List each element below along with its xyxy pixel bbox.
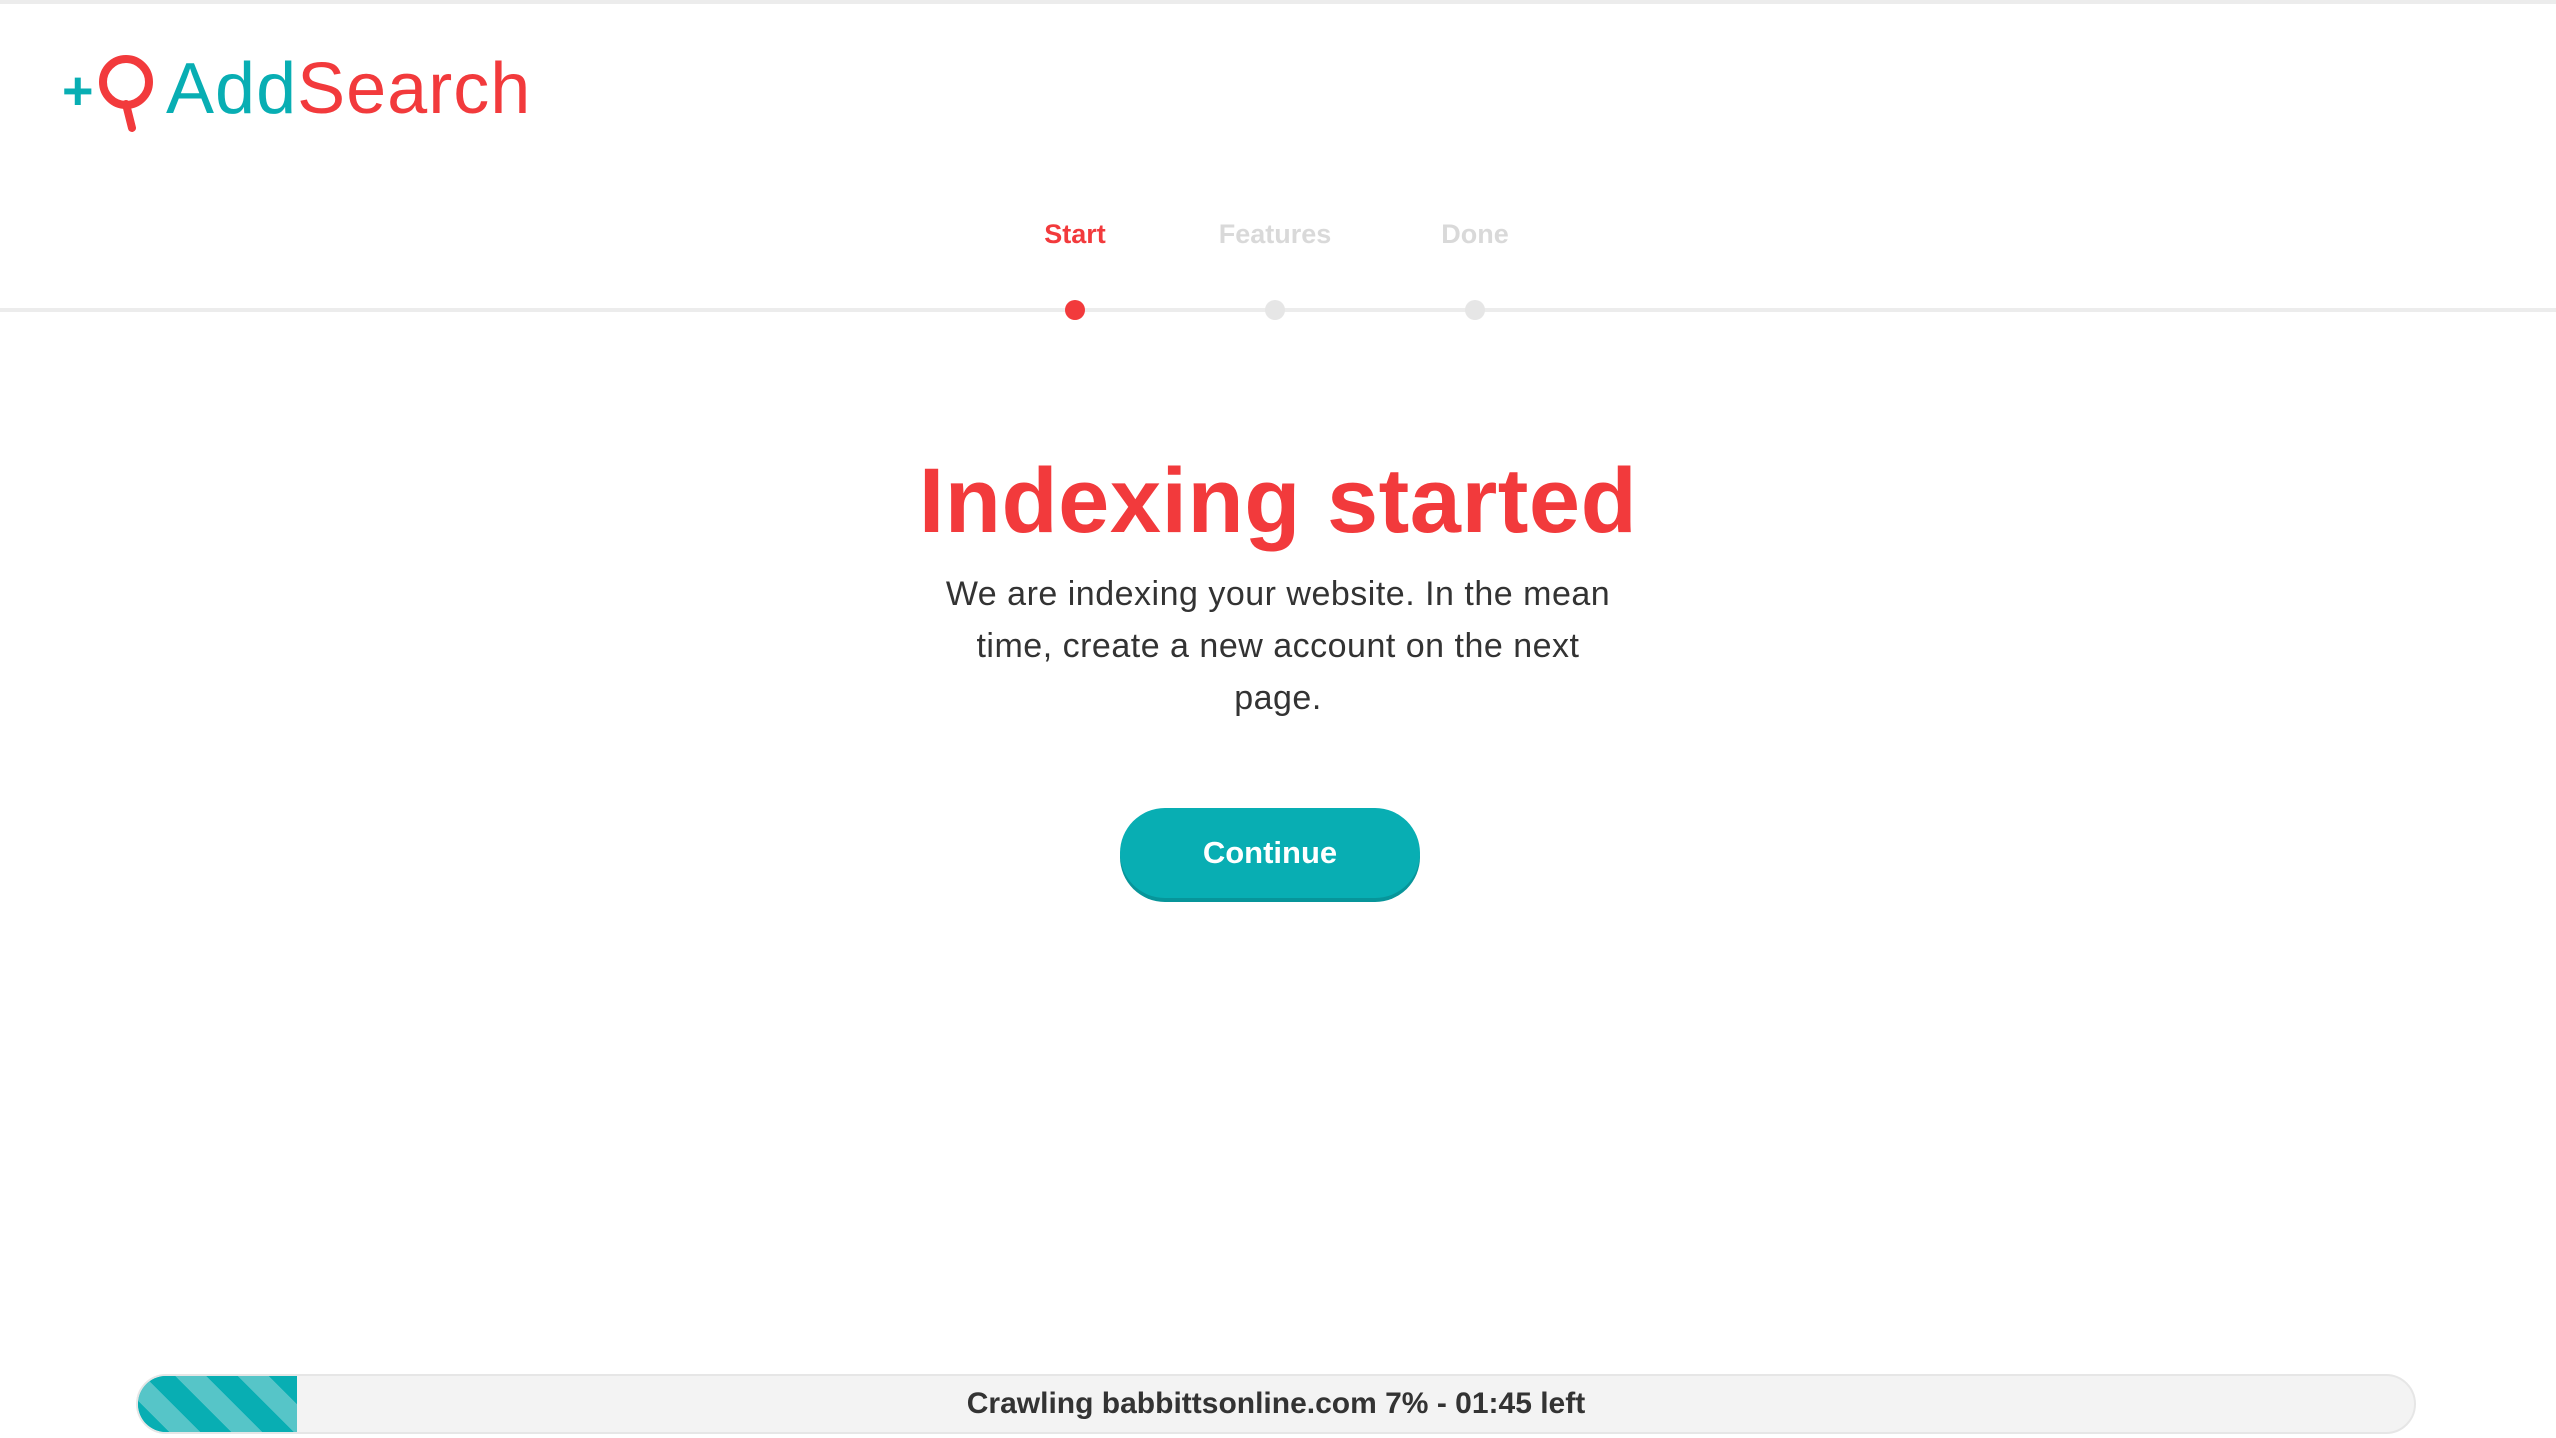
step-done-label: Done: [1441, 219, 1509, 249]
hero-section: Indexing started We are indexing your we…: [0, 446, 2556, 724]
page-title: Indexing started: [918, 450, 1638, 552]
crawl-progress-bar: Crawling babbittsonline.com 7% - 01:45 l…: [136, 1374, 2416, 1434]
logo-search-text: Search: [297, 49, 532, 129]
step-features: Features: [1175, 218, 1375, 320]
step-done-dot: [1465, 300, 1485, 320]
addsearch-logo-wordmark: AddSearch: [166, 53, 531, 125]
step-features-label: Features: [1218, 219, 1332, 249]
step-start: Start: [975, 218, 1175, 320]
logo-add-text: Add: [166, 49, 298, 129]
page: + AddSearch Start Features Done Indexing…: [0, 0, 2556, 1438]
continue-button[interactable]: Continue: [1120, 808, 1420, 898]
step-done: Done: [1375, 218, 1575, 320]
crawl-status-text: Crawling babbittsonline.com 7% - 01:45 l…: [966, 1387, 1586, 1420]
step-start-dot: [1065, 300, 1085, 320]
step-start-label: Start: [1044, 219, 1106, 249]
page-description: We are indexing your website. In the mea…: [945, 575, 1611, 717]
step-features-dot: [1265, 300, 1285, 320]
addsearch-logo-icon: +: [60, 44, 158, 134]
addsearch-logo[interactable]: + AddSearch: [60, 44, 531, 134]
